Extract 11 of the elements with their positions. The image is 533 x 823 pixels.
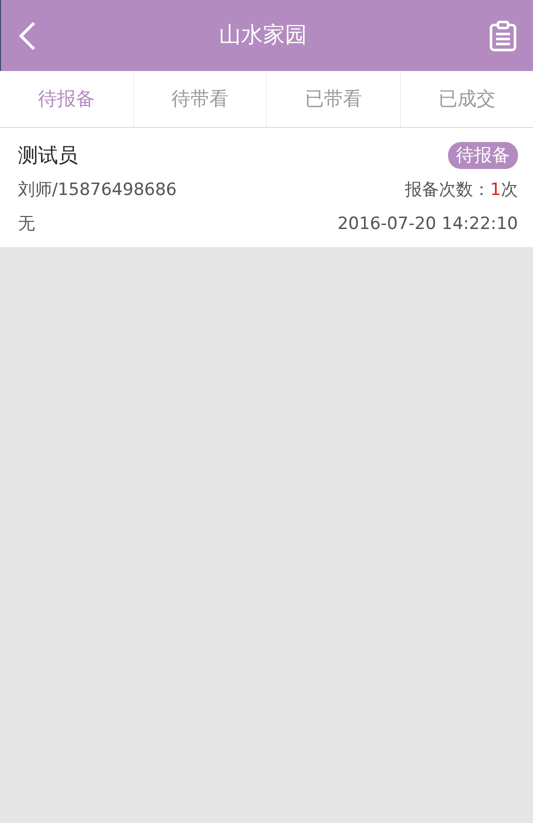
timestamp: 2016-07-20 14:22:10 (337, 212, 518, 236)
clipboard-icon[interactable] (489, 20, 517, 52)
note-text: 无 (18, 212, 35, 236)
page-title: 山水家园 (219, 22, 307, 50)
count-value: 1 (490, 179, 501, 202)
contact-text: 刘师/15876498686 (18, 179, 177, 202)
back-icon[interactable] (17, 20, 37, 52)
client-name: 测试员 (18, 142, 78, 169)
count-unit: 次 (501, 179, 518, 202)
status-badge: 待报备 (448, 142, 518, 168)
count-label: 报备次数： (405, 179, 490, 202)
